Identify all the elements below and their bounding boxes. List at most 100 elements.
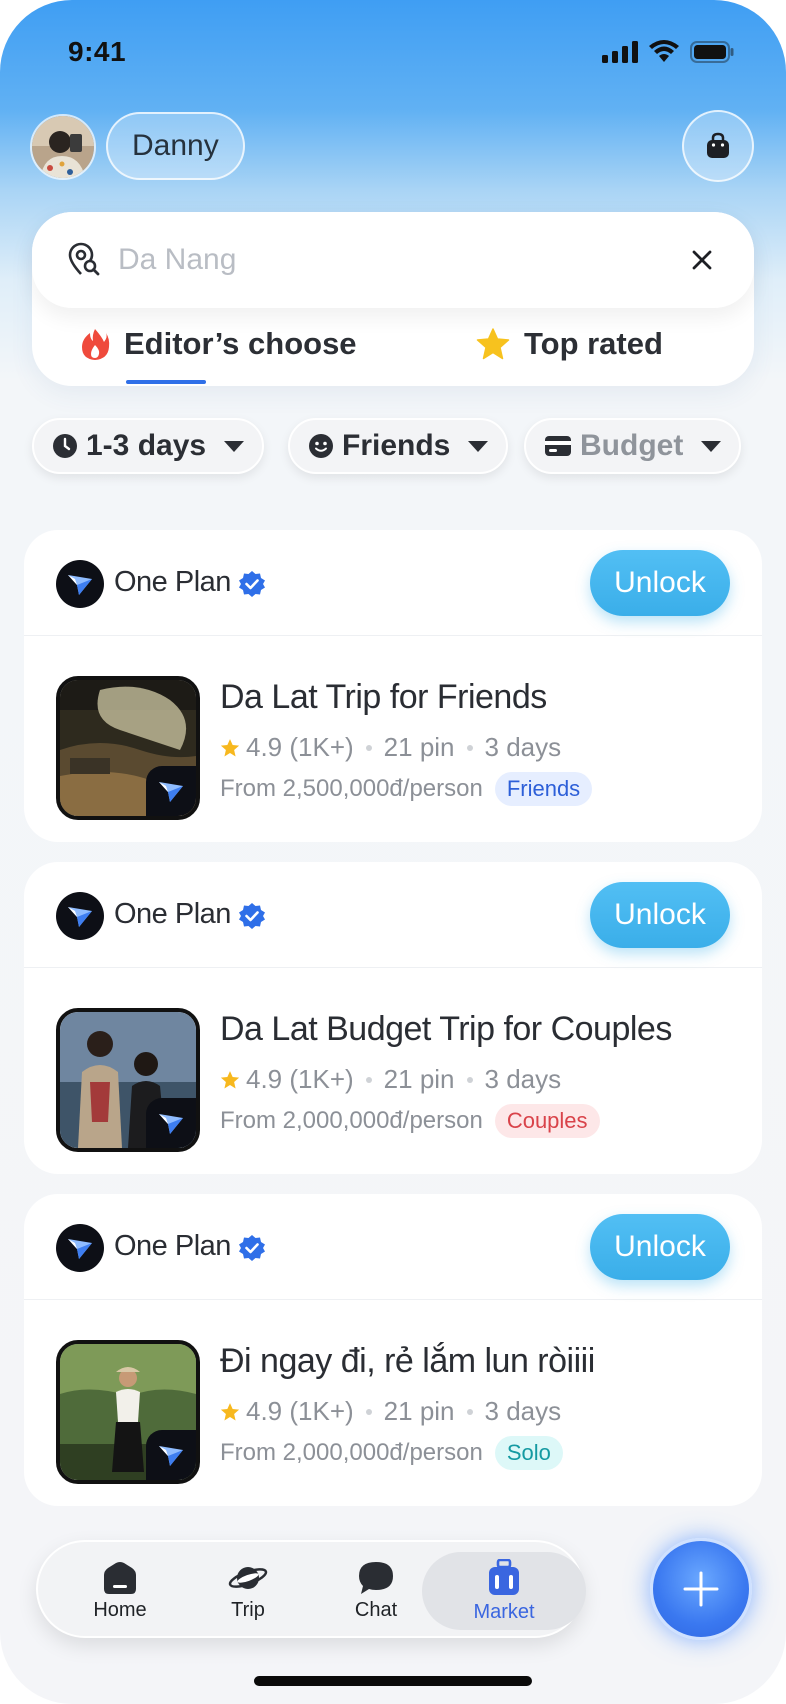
trip-thumbnail <box>56 676 200 820</box>
trip-meta: 4.9 (1K+) 21 pin 3 days <box>220 1064 561 1095</box>
star-icon <box>220 1070 240 1089</box>
trip-price-row: From 2,000,000đ/person Couples <box>220 1104 600 1138</box>
trip-tag: Solo <box>494 1436 563 1470</box>
trip-price: From 2,000,000đ/person <box>220 1439 483 1466</box>
phone-screen: 9:41 Danny Da Nang Editor’s choose Top r… <box>0 0 786 1704</box>
search-panel: Editor’s choose Top rated <box>32 212 754 386</box>
trip-tag: Couples <box>494 1104 600 1138</box>
trip-thumbnail <box>56 1008 200 1152</box>
chevron-down-icon <box>468 440 489 452</box>
card-header: One Plan Unlock <box>24 530 762 636</box>
trip-price-row: From 2,500,000đ/person Friends <box>220 772 593 806</box>
luggage-icon <box>489 1558 519 1595</box>
trip-title: Đi ngay đi, rẻ lắm lun ròiiii <box>220 1342 595 1380</box>
status-bar: 9:41 <box>0 0 786 110</box>
unlock-button[interactable]: Unlock <box>590 550 730 616</box>
tab-label: Editor’s choose <box>124 326 357 361</box>
status-time: 9:41 <box>68 36 127 67</box>
card-icon <box>545 436 571 456</box>
one-plan-logo <box>56 560 104 608</box>
trip-duration: 3 days <box>484 732 562 762</box>
signal-icon <box>602 41 638 63</box>
unlock-button[interactable]: Unlock <box>590 882 730 948</box>
search-bar <box>32 212 754 308</box>
shopping-bag-icon <box>707 132 729 158</box>
bottom-nav: Home Trip Chat Market <box>36 1540 586 1638</box>
tab-editors-choose[interactable]: Editor’s choose <box>80 326 357 362</box>
trip-pins: 21 pin <box>383 732 455 762</box>
filter-companions[interactable]: Friends <box>288 418 509 474</box>
trip-meta: 4.9 (1K+) 21 pin 3 days <box>220 732 561 763</box>
trip-title: Da Lat Trip for Friends <box>220 678 547 716</box>
star-icon <box>220 738 240 757</box>
filter-duration[interactable]: 1-3 days <box>32 418 265 474</box>
chat-bubble-icon <box>359 1561 393 1594</box>
card-header: One Plan Unlock <box>24 1194 762 1300</box>
nav-label: Trip <box>231 1598 265 1621</box>
filter-budget[interactable]: Budget <box>524 418 742 474</box>
one-plan-badge <box>146 766 196 816</box>
trip-rating: 4.9 (1K+) <box>246 1064 354 1094</box>
star-icon <box>220 1402 240 1421</box>
search-input[interactable] <box>118 234 678 286</box>
trip-rating: 4.9 (1K+) <box>246 1396 354 1426</box>
clear-search-button[interactable] <box>688 246 716 274</box>
bag-button[interactable] <box>682 110 754 182</box>
add-button[interactable] <box>650 1538 752 1640</box>
home-icon <box>104 1561 136 1594</box>
trip-meta: 4.9 (1K+) 21 pin 3 days <box>220 1396 561 1427</box>
verified-badge-icon <box>239 1235 265 1261</box>
tab-top-rated[interactable]: Top rated <box>476 326 663 362</box>
trip-price: From 2,000,000đ/person <box>220 1107 483 1134</box>
brand-name: One Plan <box>114 898 231 930</box>
trip-pins: 21 pin <box>383 1064 455 1094</box>
one-plan-badge <box>146 1430 196 1480</box>
one-plan-badge <box>146 1098 196 1148</box>
nav-label: Chat <box>354 1598 398 1621</box>
verified-badge-icon <box>239 903 265 929</box>
active-tab-indicator <box>126 380 206 384</box>
trip-card[interactable]: One Plan Unlock Da Lat Budget Trip for C… <box>24 862 762 1174</box>
location-search-icon <box>68 242 100 276</box>
planet-icon <box>228 1566 268 1589</box>
trip-duration: 3 days <box>484 1396 562 1426</box>
brand-name: One Plan <box>114 566 231 598</box>
star-icon <box>476 328 510 360</box>
trip-price-row: From 2,000,000đ/person Solo <box>220 1436 563 1470</box>
trip-title: Da Lat Budget Trip for Couples <box>220 1010 672 1048</box>
trip-thumbnail <box>56 1340 200 1484</box>
nav-market[interactable]: Market <box>422 1552 586 1630</box>
trip-card[interactable]: One Plan Unlock Đi ngay đi, rẻ lắm lun r… <box>24 1194 762 1506</box>
nav-chat[interactable]: Chat <box>316 1552 436 1630</box>
one-plan-logo <box>56 1224 104 1272</box>
filter-label: Budget <box>580 429 684 462</box>
chevron-down-icon <box>701 440 722 452</box>
tab-label: Top rated <box>524 326 663 361</box>
trip-tag: Friends <box>494 772 593 806</box>
chevron-down-icon <box>224 440 245 452</box>
nav-home[interactable]: Home <box>60 1552 180 1630</box>
trip-duration: 3 days <box>484 1064 562 1094</box>
filter-label: 1-3 days <box>86 429 207 462</box>
smile-icon <box>309 434 333 458</box>
battery-icon <box>690 41 734 63</box>
home-indicator[interactable] <box>254 1676 532 1686</box>
plus-icon <box>683 1571 719 1607</box>
nav-trip[interactable]: Trip <box>188 1552 308 1630</box>
wifi-icon <box>649 40 679 62</box>
user-name-pill[interactable]: Danny <box>106 112 245 180</box>
unlock-button[interactable]: Unlock <box>590 1214 730 1280</box>
user-avatar[interactable] <box>30 114 96 180</box>
one-plan-logo <box>56 892 104 940</box>
trip-rating: 4.9 (1K+) <box>246 732 354 762</box>
nav-label: Home <box>93 1598 147 1621</box>
brand-name: One Plan <box>114 1230 231 1262</box>
user-name: Danny <box>132 129 219 162</box>
nav-label: Market <box>473 1600 535 1623</box>
card-header: One Plan Unlock <box>24 862 762 968</box>
filter-label: Friends <box>342 429 451 462</box>
trip-card[interactable]: One Plan Unlock Da Lat Trip for Friends <box>24 530 762 842</box>
trip-price: From 2,500,000đ/person <box>220 775 483 802</box>
fire-icon <box>82 329 110 360</box>
status-icons <box>602 40 734 64</box>
